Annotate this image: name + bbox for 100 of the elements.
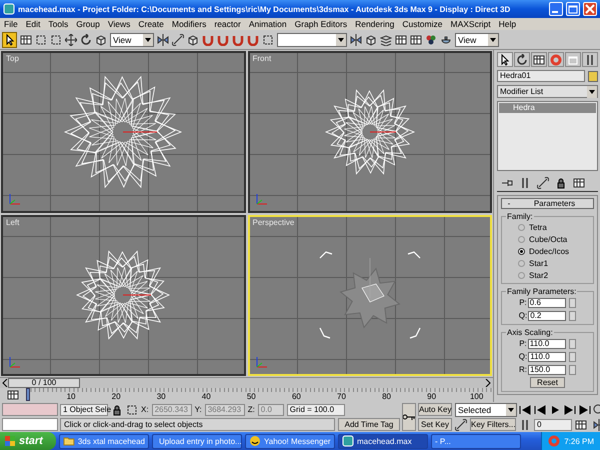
set-key-button[interactable]: Set Key bbox=[418, 418, 452, 431]
taskbar-button[interactable]: 3ds xtal macehead bbox=[59, 434, 149, 448]
grid-status: Grid = 100.0 bbox=[286, 404, 345, 416]
menu-item[interactable]: Graph Editors bbox=[294, 19, 348, 29]
menu-item[interactable]: Animation bbox=[248, 19, 287, 29]
menu-item[interactable]: Customize bbox=[402, 19, 442, 29]
number-field[interactable]: 110.0 bbox=[528, 338, 566, 348]
stack-item[interactable]: Hedra bbox=[499, 103, 596, 113]
frame-number: 50 bbox=[246, 392, 256, 401]
reference-dropdown[interactable]: View bbox=[110, 32, 154, 46]
set-keys-button[interactable] bbox=[402, 403, 416, 431]
menu-item[interactable]: Modifiers bbox=[172, 19, 206, 29]
radio-button[interactable] bbox=[518, 224, 525, 230]
rollout-title: Parameters bbox=[532, 199, 576, 208]
collapse-sign[interactable]: - bbox=[502, 199, 516, 208]
frame-number: 40 bbox=[202, 392, 211, 401]
move-icon[interactable] bbox=[65, 34, 77, 46]
layers-icon[interactable] bbox=[380, 34, 392, 46]
material-editor-icon[interactable] bbox=[425, 34, 437, 46]
time-ruler[interactable]: 10 20 30 40 50 60 70 80 90 100 bbox=[26, 388, 493, 402]
reset-button[interactable]: Reset bbox=[530, 377, 565, 388]
radio-option[interactable]: Star2 bbox=[506, 270, 589, 280]
radio-label: Star2 bbox=[529, 270, 548, 280]
axis-tripod-icon bbox=[254, 192, 268, 206]
taskbar-button[interactable]: macehead.max bbox=[338, 434, 428, 448]
menu-item[interactable]: Tools bbox=[48, 19, 68, 29]
frame-marker bbox=[26, 388, 30, 401]
object-color-swatch[interactable] bbox=[588, 70, 598, 82]
mirror-icon[interactable] bbox=[350, 34, 362, 46]
taskbar-button[interactable]: Yahoo! Messenger bbox=[245, 434, 335, 448]
number-field[interactable]: 110.0 bbox=[528, 352, 566, 362]
frame-number: 90 bbox=[427, 392, 436, 401]
key-mode-dropdown[interactable]: Selected bbox=[455, 402, 517, 416]
radio-option[interactable]: Tetra bbox=[506, 222, 589, 232]
menu-item[interactable]: reactor bbox=[214, 19, 241, 29]
taskbar-button[interactable]: Upload entry in photo... bbox=[152, 434, 242, 448]
number-field[interactable]: 150.0 bbox=[528, 364, 566, 374]
number-field[interactable]: 0.6 bbox=[528, 298, 566, 308]
app-icon[interactable] bbox=[3, 3, 15, 15]
radio-button[interactable] bbox=[518, 248, 525, 254]
rollout-header[interactable]: - Parameters bbox=[501, 198, 594, 209]
radio-label: Cube/Octa bbox=[529, 234, 568, 244]
radio-button[interactable] bbox=[518, 272, 525, 278]
maxscript-listener-field[interactable] bbox=[2, 403, 58, 416]
menu-item[interactable]: File bbox=[4, 19, 18, 29]
field-label: R: bbox=[519, 365, 527, 374]
radio-label: Tetra bbox=[529, 222, 547, 232]
taskbar-button[interactable]: - P... bbox=[431, 434, 521, 448]
angle-snap-icon[interactable] bbox=[217, 34, 229, 46]
current-frame-field[interactable]: 0 bbox=[534, 418, 572, 430]
rotate-icon[interactable] bbox=[80, 34, 92, 46]
add-time-tag-button[interactable]: Add Time Tag bbox=[338, 418, 400, 431]
previous-frame-icon[interactable] bbox=[534, 404, 546, 416]
object-name-field[interactable]: Hedra01 bbox=[497, 70, 585, 82]
coordinate-label: Z: bbox=[248, 405, 255, 414]
menu-item[interactable]: MAXScript bbox=[450, 19, 491, 29]
menu-item[interactable]: Rendering bbox=[355, 19, 394, 29]
go-to-end-icon[interactable] bbox=[579, 404, 591, 416]
render-icon[interactable] bbox=[440, 34, 452, 46]
windows-logo-icon[interactable] bbox=[4, 435, 16, 447]
render-dropdown[interactable]: View bbox=[455, 32, 499, 46]
menu-item[interactable]: Create bbox=[138, 19, 164, 29]
auto-key-button[interactable]: Auto Key bbox=[418, 403, 452, 416]
key-filters-button[interactable]: Key Filters... bbox=[470, 418, 516, 431]
time-slider-thumb[interactable]: 0 / 100 bbox=[8, 378, 80, 388]
app-icon[interactable] bbox=[342, 435, 354, 447]
clock: 7:26 PM bbox=[564, 436, 594, 446]
frame-number: 30 bbox=[156, 392, 166, 401]
smiley-icon[interactable] bbox=[249, 435, 261, 447]
radio-option[interactable]: Cube/Octa bbox=[506, 234, 589, 244]
radio-label: Dodec/Icos bbox=[529, 246, 570, 256]
group-title: Axis Scaling: bbox=[506, 328, 554, 337]
axis-tripod-icon bbox=[8, 192, 22, 206]
link-icon[interactable] bbox=[172, 34, 184, 46]
frame-number: 10 bbox=[66, 392, 76, 401]
coordinate-label: Y: bbox=[194, 405, 202, 414]
percent-snap-icon[interactable] bbox=[232, 34, 244, 46]
radio-option[interactable]: Dodec/Icos bbox=[506, 246, 589, 256]
go-to-start-icon[interactable] bbox=[519, 404, 531, 416]
field-label: Q: bbox=[518, 352, 528, 361]
named-selection-dropdown[interactable] bbox=[277, 32, 347, 46]
coordinate-label: X: bbox=[141, 405, 149, 414]
folder-icon[interactable] bbox=[63, 435, 75, 447]
menu-item[interactable]: Edit bbox=[26, 19, 40, 29]
menu-item[interactable]: Help bbox=[498, 19, 516, 29]
lock-icon[interactable] bbox=[111, 404, 123, 416]
modifier-list-dropdown[interactable]: Modifier List bbox=[497, 85, 598, 98]
radio-button[interactable] bbox=[518, 236, 525, 242]
number-field[interactable]: 0.2 bbox=[528, 310, 566, 320]
box-icon[interactable] bbox=[187, 34, 199, 46]
menu-item[interactable]: Views bbox=[108, 19, 130, 29]
radio-option[interactable]: Star1 bbox=[506, 258, 589, 268]
radio-button[interactable] bbox=[518, 260, 525, 266]
next-frame-icon[interactable] bbox=[564, 404, 576, 416]
menu-item[interactable]: Group bbox=[76, 19, 100, 29]
window-select-icon[interactable] bbox=[50, 34, 62, 46]
maxscript-output-field[interactable] bbox=[2, 418, 58, 431]
region-select-icon[interactable] bbox=[35, 34, 47, 46]
time-slider[interactable]: 0 / 100 bbox=[0, 377, 493, 388]
spinner-snap-icon[interactable] bbox=[247, 34, 259, 46]
